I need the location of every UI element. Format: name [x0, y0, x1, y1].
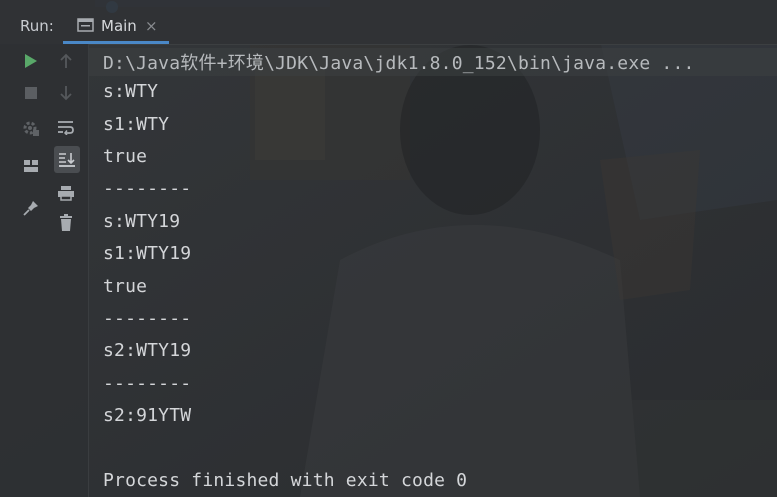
print-icon: [58, 186, 74, 201]
console-line: s2:91YTW: [103, 405, 192, 426]
console-line: s1:WTY: [103, 114, 170, 135]
up-arrow-icon: [60, 53, 72, 68]
run-icon: [25, 54, 37, 68]
print-button[interactable]: [54, 181, 78, 205]
console-line: --------: [103, 373, 192, 394]
layout-icon: [24, 160, 38, 172]
pin-icon: [23, 201, 38, 216]
console-line: true: [103, 146, 148, 167]
tab-main-label: Main: [101, 17, 137, 35]
soft-wrap-icon: [58, 121, 74, 135]
console-line: true: [103, 276, 148, 297]
pin-tab-button[interactable]: [19, 196, 43, 220]
console-line: --------: [103, 178, 192, 199]
console-output[interactable]: D:\Java软件+环境\JDK\Java\jdk1.8.0_152\bin\j…: [89, 44, 777, 497]
next-occurrence-button[interactable]: [54, 81, 78, 105]
console-line: D:\Java软件+环境\JDK\Java\jdk1.8.0_152\bin\j…: [103, 53, 695, 74]
down-arrow-icon: [60, 86, 72, 101]
trash-icon: [60, 214, 72, 231]
console-line: --------: [103, 308, 192, 329]
settings-icon: [23, 121, 39, 136]
run-tab-bar: Run: Main ×: [0, 0, 777, 45]
tab-main[interactable]: Main ×: [63, 8, 169, 44]
run-tool-window: Run: Main × D:\Java软件+环境\JDK\Java\jdk1.8…: [0, 0, 777, 497]
layout-button[interactable]: [19, 154, 43, 178]
console-line: s1:WTY19: [103, 243, 192, 264]
soft-wrap-button[interactable]: [54, 115, 78, 139]
previous-occurrence-button[interactable]: [54, 49, 78, 73]
run-toolbar: [0, 44, 89, 497]
run-label: Run:: [20, 17, 54, 35]
stop-button[interactable]: [19, 81, 43, 105]
console-line: s2:WTY19: [103, 340, 192, 361]
stop-icon: [25, 87, 37, 99]
console-line: s:WTY: [103, 81, 159, 102]
rerun-button[interactable]: [19, 49, 43, 73]
console-line: s:WTY19: [103, 211, 181, 232]
settings-button[interactable]: [19, 116, 43, 140]
scroll-to-end-icon: [59, 152, 75, 167]
scroll-to-end-button[interactable]: [54, 146, 80, 173]
close-icon[interactable]: ×: [145, 17, 158, 35]
clear-all-button[interactable]: [54, 211, 78, 235]
console-icon: [77, 18, 94, 32]
process-exit-message: Process finished with exit code 0: [103, 470, 468, 491]
